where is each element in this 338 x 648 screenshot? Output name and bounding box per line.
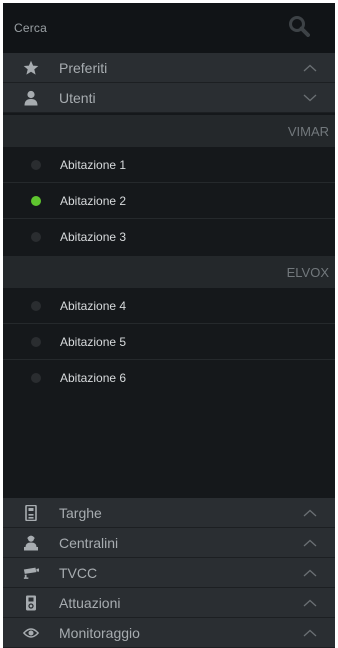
list-item[interactable]: Abitazione 1	[3, 147, 335, 183]
chevron-up-icon[interactable]	[303, 568, 317, 578]
list-item[interactable]: Abitazione 2	[3, 183, 335, 219]
user-icon	[23, 90, 39, 106]
section-utenti[interactable]: Utenti	[3, 83, 335, 113]
search-input[interactable]: Cerca	[14, 21, 47, 35]
section-label: Utenti	[59, 89, 96, 106]
chevron-up-icon[interactable]	[303, 508, 317, 518]
chevron-down-icon[interactable]	[303, 93, 317, 103]
section-label: Monitoraggio	[59, 624, 140, 641]
list-item[interactable]: Abitazione 5	[3, 324, 335, 360]
chevron-up-icon[interactable]	[303, 628, 317, 638]
list-item[interactable]: Abitazione 3	[3, 219, 335, 255]
section-attuazioni[interactable]: Attuazioni	[3, 588, 335, 618]
group-header-vimar: VIMAR	[3, 115, 335, 147]
chevron-up-icon[interactable]	[303, 63, 317, 73]
eye-icon	[23, 625, 39, 641]
section-targhe[interactable]: Targhe	[3, 498, 335, 528]
chevron-up-icon[interactable]	[303, 598, 317, 608]
status-dot	[31, 336, 41, 347]
section-label: Targhe	[59, 504, 102, 521]
group-label: ELVOX	[286, 264, 329, 280]
cctv-camera-icon	[23, 565, 39, 581]
status-dot	[31, 159, 41, 170]
list-empty-area	[3, 396, 335, 498]
status-dot	[31, 232, 41, 242]
list-item[interactable]: Abitazione 6	[3, 360, 335, 396]
star-icon	[23, 60, 39, 76]
user-label: Abitazione 6	[60, 371, 127, 385]
intercom-panel-icon	[23, 504, 39, 521]
section-centralini[interactable]: Centralini	[3, 528, 335, 558]
switchboard-operator-icon	[23, 535, 39, 551]
section-preferiti[interactable]: Preferiti	[3, 53, 335, 83]
search-icon[interactable]	[285, 12, 313, 40]
section-monitoraggio[interactable]: Monitoraggio	[3, 618, 335, 648]
section-label: TVCC	[59, 564, 98, 581]
search-bar[interactable]: Cerca	[3, 3, 335, 53]
side-panel: Cerca Preferiti Utenti VIMAR Abitazione …	[3, 3, 335, 648]
chevron-up-icon[interactable]	[303, 538, 317, 548]
status-dot	[31, 300, 41, 311]
section-label: Centralini	[59, 534, 119, 551]
group-label: VIMAR	[287, 123, 329, 139]
user-label: Abitazione 5	[60, 334, 127, 349]
user-label: Abitazione 1	[60, 157, 127, 172]
section-label: Attuazioni	[59, 594, 121, 611]
section-tvcc[interactable]: TVCC	[3, 558, 335, 588]
status-dot	[31, 373, 41, 383]
user-label: Abitazione 2	[60, 193, 127, 208]
section-label: Preferiti	[59, 59, 108, 76]
user-label: Abitazione 3	[60, 230, 127, 244]
actuator-icon	[23, 595, 39, 611]
status-dot-online	[31, 195, 41, 206]
list-item[interactable]: Abitazione 4	[3, 288, 335, 324]
group-header-elvox: ELVOX	[3, 256, 335, 288]
user-label: Abitazione 4	[60, 298, 127, 313]
